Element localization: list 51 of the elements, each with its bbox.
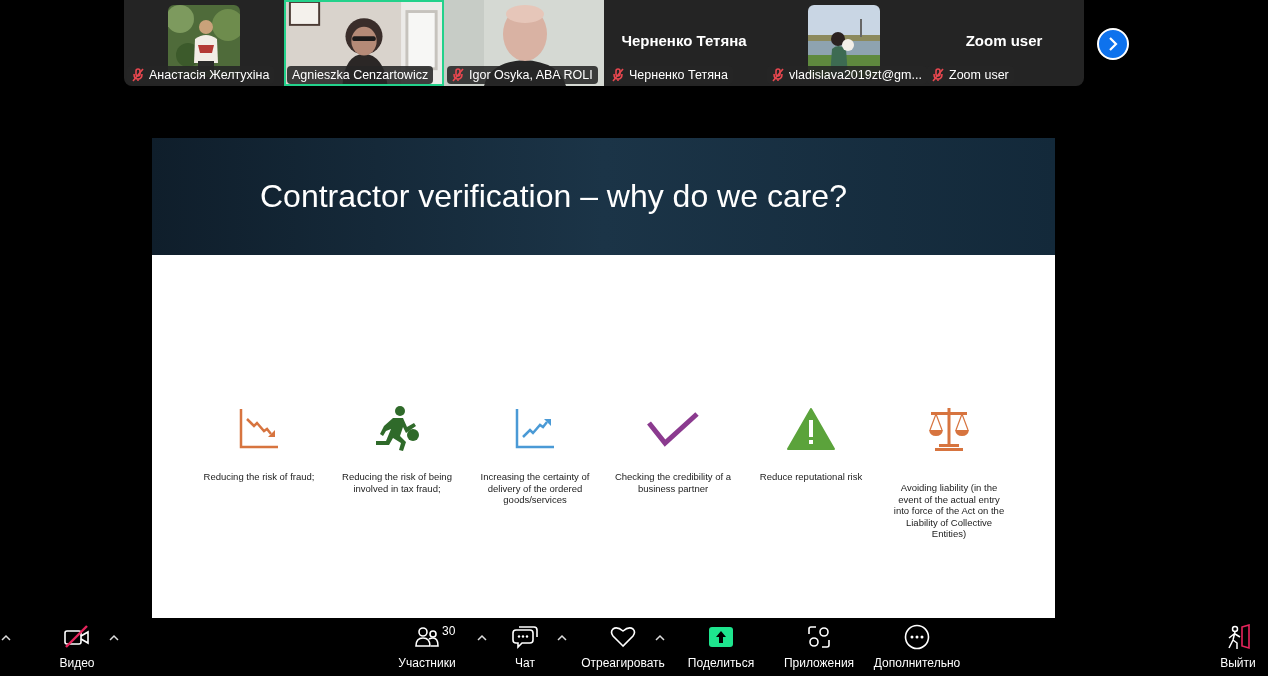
muted-mic-icon: [132, 68, 144, 82]
caret-icon[interactable]: [109, 634, 119, 641]
leave-button[interactable]: Выйти: [1208, 624, 1268, 670]
toolbar-button[interactable]: Отреагировать: [575, 624, 671, 670]
apps-icon: [806, 625, 832, 649]
toolbar-button[interactable]: Видео: [29, 624, 125, 670]
checkmark-icon: [647, 411, 699, 447]
participant-tile[interactable]: Черненко Тетяна Черненко Тетяна: [604, 0, 764, 86]
toolbar-button[interactable]: Поделиться: [673, 624, 769, 670]
participant-name: Черненко Тетяна: [620, 31, 748, 49]
more-icon: [904, 624, 930, 650]
next-page-button[interactable]: [1097, 28, 1129, 60]
scales-icon: [927, 406, 971, 452]
toolbar-button[interactable]: Дополнительно: [869, 624, 965, 670]
muted-mic-icon: [772, 68, 784, 82]
benefit-text: Avoiding liability (in the event of the actual entry into force of the Act on the Liability of Collective Entities): [892, 482, 1006, 540]
toolbar-button[interactable]: Чат: [477, 624, 573, 670]
name-label: Igor Osyka, ABA ROLI: [447, 66, 598, 84]
participant-tile[interactable]: vladislava2019zt@gm...: [764, 0, 924, 86]
muted-mic-icon: [612, 68, 624, 82]
benefit-text: Increasing the certainty of delivery of the ordered goods/services: [479, 471, 591, 506]
exit-door-icon: [1225, 624, 1251, 650]
toolbar-button[interactable]: Приложения: [771, 624, 867, 670]
participant-tile[interactable]: Igor Osyka, ABA ROLI: [444, 0, 604, 86]
benefit-text: Reduce reputational risk: [758, 471, 864, 483]
participant-tile[interactable]: Zoom user Zoom user: [924, 0, 1084, 86]
slide-title: Contractor verification – why do we care?: [260, 178, 847, 215]
running-figure-icon: [373, 405, 421, 453]
muted-mic-icon: [452, 68, 464, 82]
caret-icon[interactable]: [557, 634, 567, 641]
camera-off-icon: [63, 625, 91, 649]
heart-icon: [610, 625, 636, 649]
benefit-text: Reducing the risk of being involved in tax fraud;: [341, 471, 453, 494]
share-screen-icon: [708, 626, 734, 648]
benefit-text: Reducing the risk of fraud;: [202, 471, 316, 483]
warning-icon: [787, 408, 835, 450]
participant-name: Zoom user: [964, 31, 1044, 49]
muted-mic-icon: [932, 68, 944, 82]
participant-tile[interactable]: Agnieszka Cenzartowicz: [284, 0, 444, 86]
people-icon: [414, 625, 440, 649]
chat-icon: [512, 625, 538, 649]
chevron-right-icon: [1107, 37, 1119, 51]
growth-chart-icon: [515, 409, 555, 449]
participant-tile[interactable]: Анастасія Желтухіна: [124, 0, 284, 86]
caret-icon[interactable]: [477, 634, 487, 641]
name-label: Agnieszka Cenzartowicz: [287, 66, 434, 84]
participant-count: 30: [442, 624, 456, 638]
benefit-text: Checking the credibility of a business partner: [613, 471, 733, 494]
declining-chart-icon: [239, 409, 279, 449]
caret-icon[interactable]: [1, 634, 11, 641]
caret-icon[interactable]: [655, 634, 665, 641]
